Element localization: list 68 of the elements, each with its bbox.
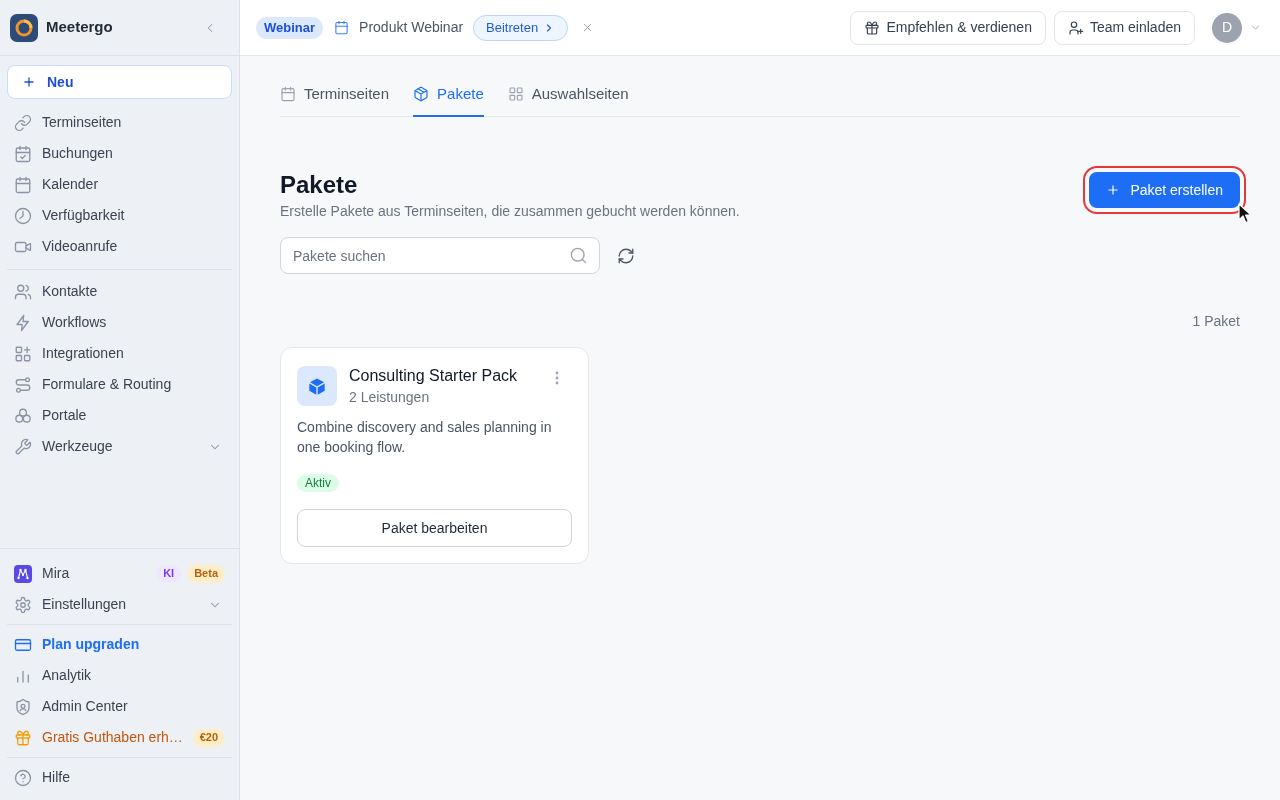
sidebar-item[interactable]: Gratis Guthaben erh…: [14, 722, 187, 753]
brand-name: Meetergo: [46, 17, 114, 38]
users-icon: [14, 282, 32, 301]
sidebar-item[interactable]: Hilfe: [14, 762, 225, 793]
assistant-logo-icon: [14, 564, 32, 583]
event-type-tag: Webinar: [256, 16, 324, 39]
header-button[interactable]: Team einladen: [1053, 10, 1195, 45]
gift-icon: [14, 728, 32, 747]
package-icon: [297, 366, 337, 406]
new-button[interactable]: Neu: [7, 65, 232, 99]
tab[interactable]: Pakete: [413, 73, 484, 117]
package-description: Combine discovery and sales planning in one booking flow.: [297, 418, 553, 457]
sidebar-item[interactable]: Workflows: [14, 307, 225, 338]
calendar-icon: [280, 86, 296, 102]
grid-icon: [507, 86, 524, 102]
shield-user-icon: [14, 697, 32, 716]
route-icon: [14, 375, 32, 394]
credit-tag: €20: [192, 728, 225, 747]
sidebar-item[interactable]: Videoanrufe: [14, 231, 225, 262]
sidebar-item[interactable]: Werkzeuge: [14, 431, 202, 462]
sidebar-item[interactable]: Admin Center: [14, 691, 225, 722]
logo-icon: [10, 13, 38, 42]
blocks-plus-icon: [14, 344, 32, 363]
more-options-icon[interactable]: [555, 371, 559, 385]
circles-icon: [14, 406, 32, 425]
help-icon: [14, 768, 32, 787]
event-title: Produkt Webinar: [359, 18, 464, 37]
sidebar-item[interactable]: Terminseiten: [14, 107, 225, 138]
tab[interactable]: Terminseiten: [280, 73, 390, 117]
edit-package-button[interactable]: Paket bearbeiten: [297, 509, 572, 547]
package-count: 1 Paket: [1192, 312, 1240, 331]
calendar-icon: [334, 20, 350, 35]
sidebar-item[interactable]: Kontakte: [14, 276, 225, 307]
plus-icon: [22, 75, 36, 89]
gift-icon: [864, 19, 881, 36]
search-field[interactable]: Pakete suchen: [280, 237, 600, 274]
search-icon: [569, 246, 588, 265]
sidebar-item[interactable]: Integrationen: [14, 338, 225, 369]
wrench-icon: [14, 437, 32, 456]
sidebar-item[interactable]: Mira: [14, 558, 151, 589]
calendar-check-icon: [14, 144, 32, 163]
user-plus-icon: [1067, 19, 1084, 36]
beta-tag: Beta: [187, 564, 225, 583]
sidebar-item[interactable]: Formulare & Routing: [14, 369, 225, 400]
package-name: Consulting Starter Pack: [349, 366, 519, 386]
join-button[interactable]: Beitreten: [473, 14, 569, 41]
sidebar-item[interactable]: Einstellungen: [14, 589, 202, 620]
settings-icon: [14, 595, 32, 614]
tab[interactable]: Auswahlseiten: [507, 73, 629, 117]
plus-icon: [1106, 183, 1121, 197]
package-services: 2 Leistungen: [349, 388, 431, 407]
calendar-icon: [14, 175, 32, 194]
sidebar-item[interactable]: Plan upgraden: [14, 629, 225, 660]
ai-tag: KI: [156, 564, 182, 583]
refresh-icon[interactable]: [617, 246, 635, 265]
sidebar-item[interactable]: Kalender: [14, 169, 225, 200]
page-title: Pakete: [280, 170, 359, 200]
link-icon: [14, 113, 32, 132]
lightning-icon: [14, 313, 32, 332]
page-subtitle: Erstelle Pakete aus Terminseiten, die zusammen gebucht werden können.: [280, 202, 740, 221]
sidebar-item[interactable]: Portale: [14, 400, 225, 431]
header-button[interactable]: Empfehlen & verdienen: [850, 10, 1046, 45]
sidebar-item[interactable]: Verfügbarkeit: [14, 200, 225, 231]
package-icon: [413, 86, 430, 102]
sidebar-item[interactable]: Buchungen: [14, 138, 225, 169]
sidebar-item[interactable]: Analytik: [14, 660, 225, 691]
clock-icon: [14, 206, 32, 225]
status-badge: Aktiv: [297, 474, 339, 492]
